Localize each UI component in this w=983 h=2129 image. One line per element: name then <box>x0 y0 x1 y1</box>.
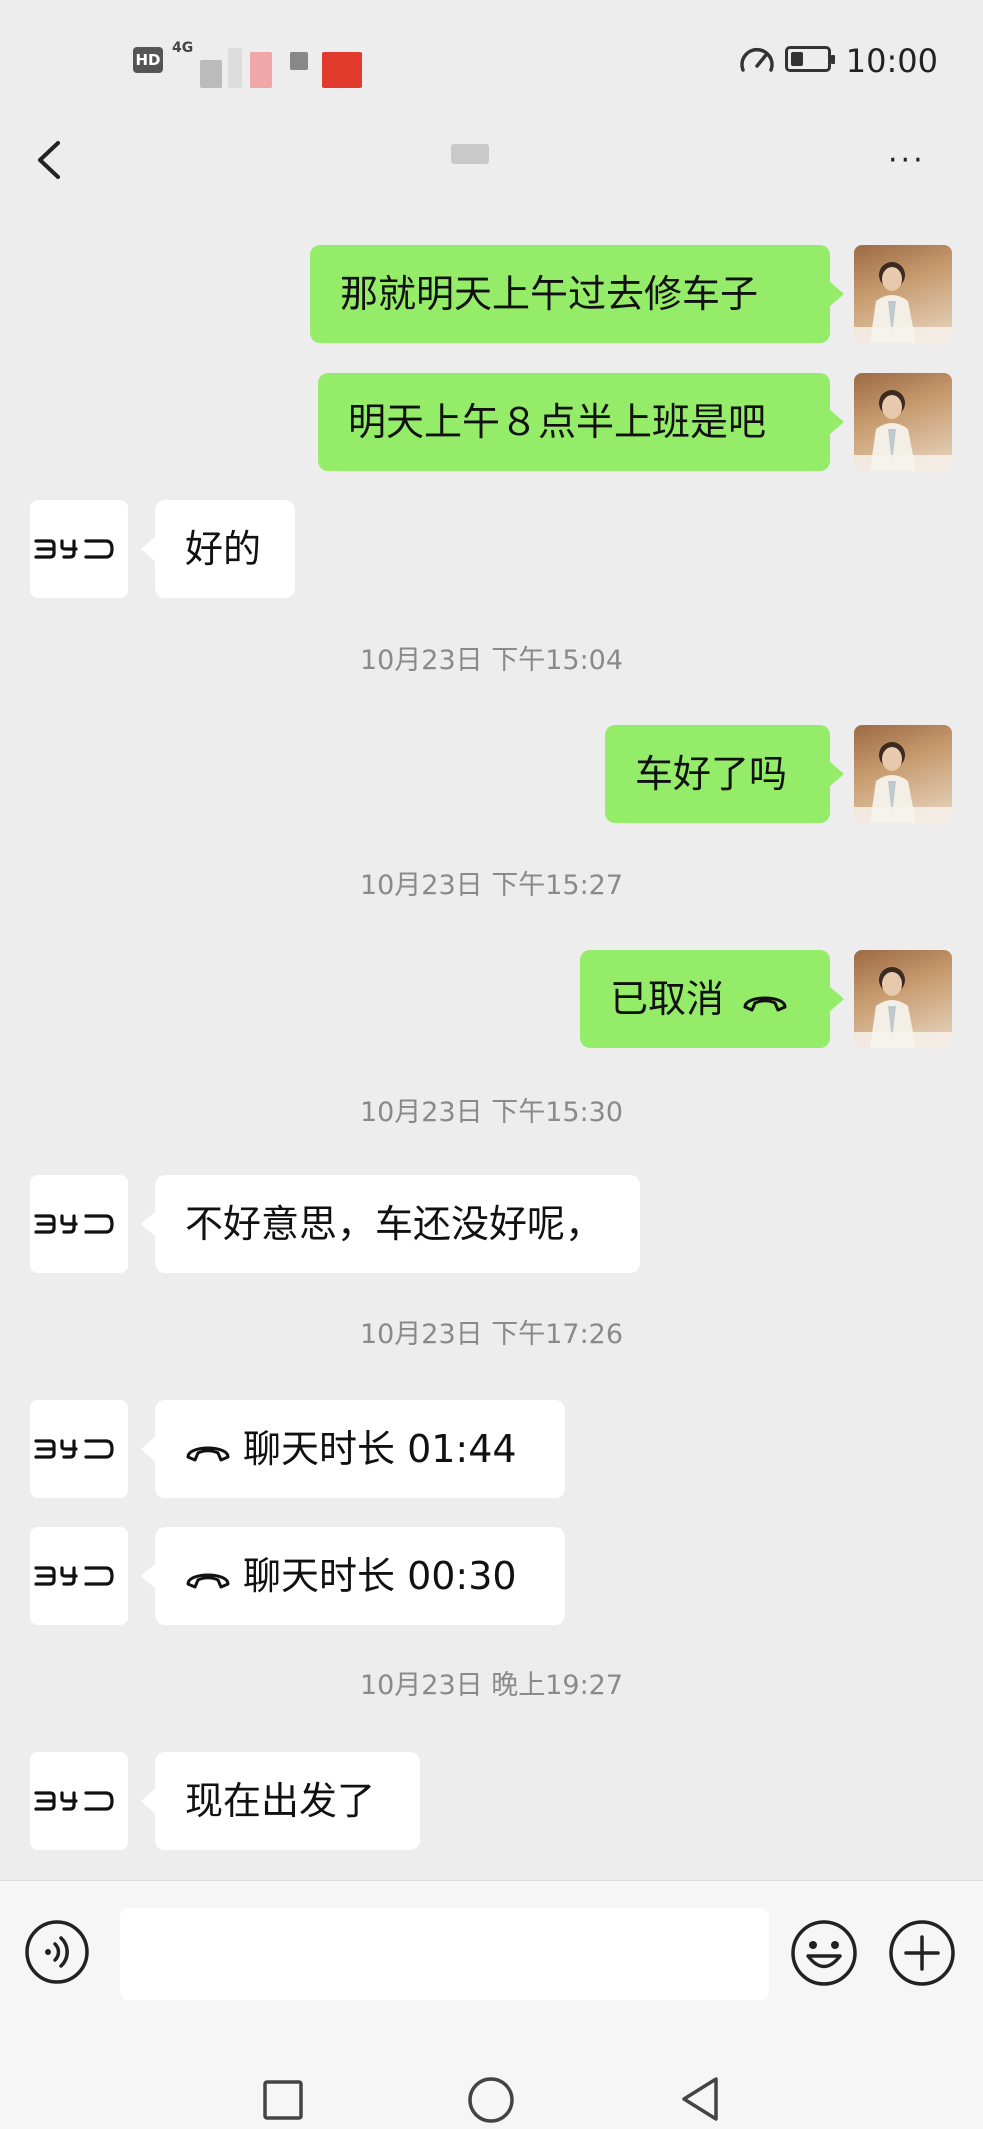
message-bubble[interactable]: 聊天时长 00:30 <box>141 1527 565 1625</box>
more-dots-icon[interactable]: ··· <box>888 146 926 176</box>
message-text: 已取消 <box>610 977 725 1021</box>
battery-icon <box>785 46 835 72</box>
byd-logo-icon <box>34 539 114 559</box>
message-text: 好的 <box>185 527 262 571</box>
my-avatar[interactable] <box>854 373 952 471</box>
contact-avatar[interactable]: BYD <box>30 500 128 598</box>
byd-logo-icon <box>34 1566 114 1586</box>
contact-avatar[interactable]: BYD <box>30 1752 128 1850</box>
message-bubble[interactable]: 已取消 <box>580 950 844 1048</box>
message-text: 不好意思，车还没好呢， <box>185 1202 604 1246</box>
message-bubble[interactable]: 好的 <box>141 500 295 598</box>
byd-logo-icon <box>34 1791 114 1811</box>
my-avatar[interactable] <box>854 245 952 343</box>
message-bubble[interactable]: 聊天时长 01:44 <box>141 1400 565 1498</box>
speedometer-icon <box>740 47 774 72</box>
contact-avatar[interactable]: BYD <box>30 1400 128 1498</box>
input-bar <box>0 1880 983 2026</box>
timestamp: 10月23日 下午15:27 <box>359 870 624 901</box>
message-list[interactable]: 那就明天上午过去修车子明天上午８点半上班是吧 BYD 好的 10月23日 下午15:0… <box>0 230 983 1880</box>
message-text: 明天上午８点半上班是吧 <box>348 400 767 444</box>
message-input[interactable] <box>120 1908 769 2000</box>
byd-logo-icon <box>34 1439 114 1459</box>
message-text: 聊天时长 00:30 <box>243 1554 517 1598</box>
contact-avatar[interactable]: BYD <box>30 1175 128 1273</box>
timestamp: 10月23日 下午15:04 <box>359 645 624 676</box>
message-bubble[interactable]: 现在出发了 <box>141 1752 420 1850</box>
timestamp: 10月23日 下午15:30 <box>359 1097 624 1128</box>
chat-title-redacted <box>451 144 489 164</box>
phone-hangup-icon <box>185 1427 231 1471</box>
emoji-icon[interactable] <box>790 1919 858 1987</box>
message-bubble[interactable]: 那就明天上午过去修车子 <box>310 245 844 343</box>
message-text: 车好了吗 <box>635 752 788 796</box>
my-avatar[interactable] <box>854 950 952 1048</box>
message-text: 现在出发了 <box>185 1779 376 1823</box>
status-bar: HD 4G 10:00 <box>0 0 983 120</box>
voice-icon[interactable] <box>24 1919 90 1985</box>
my-avatar[interactable] <box>854 725 952 823</box>
contact-avatar[interactable]: BYD <box>30 1527 128 1625</box>
plus-circle-icon[interactable] <box>888 1919 956 1987</box>
message-bubble[interactable]: 明天上午８点半上班是吧 <box>318 373 844 471</box>
triangle-back-icon[interactable] <box>678 2075 722 2123</box>
chevron-left-icon[interactable] <box>30 135 70 185</box>
byd-logo-icon <box>34 1214 114 1234</box>
phone-hangup-icon <box>742 977 788 1021</box>
phone-hangup-icon <box>185 1554 231 1598</box>
message-text: 那就明天上午过去修车子 <box>340 272 759 316</box>
hd-badge: HD <box>133 47 163 73</box>
message-text: 聊天时长 01:44 <box>243 1427 517 1471</box>
clock-time: 10:00 <box>845 42 938 80</box>
message-bubble[interactable]: 不好意思，车还没好呢， <box>141 1175 640 1273</box>
timestamp: 10月23日 晚上19:27 <box>359 1670 624 1701</box>
message-bubble[interactable]: 车好了吗 <box>605 725 844 823</box>
system-navigation-bar <box>0 2025 983 2129</box>
square-icon[interactable] <box>262 2079 304 2121</box>
circle-icon[interactable] <box>467 2076 515 2124</box>
network-type-label: 4G <box>172 40 194 56</box>
timestamp: 10月23日 下午17:26 <box>359 1319 624 1350</box>
